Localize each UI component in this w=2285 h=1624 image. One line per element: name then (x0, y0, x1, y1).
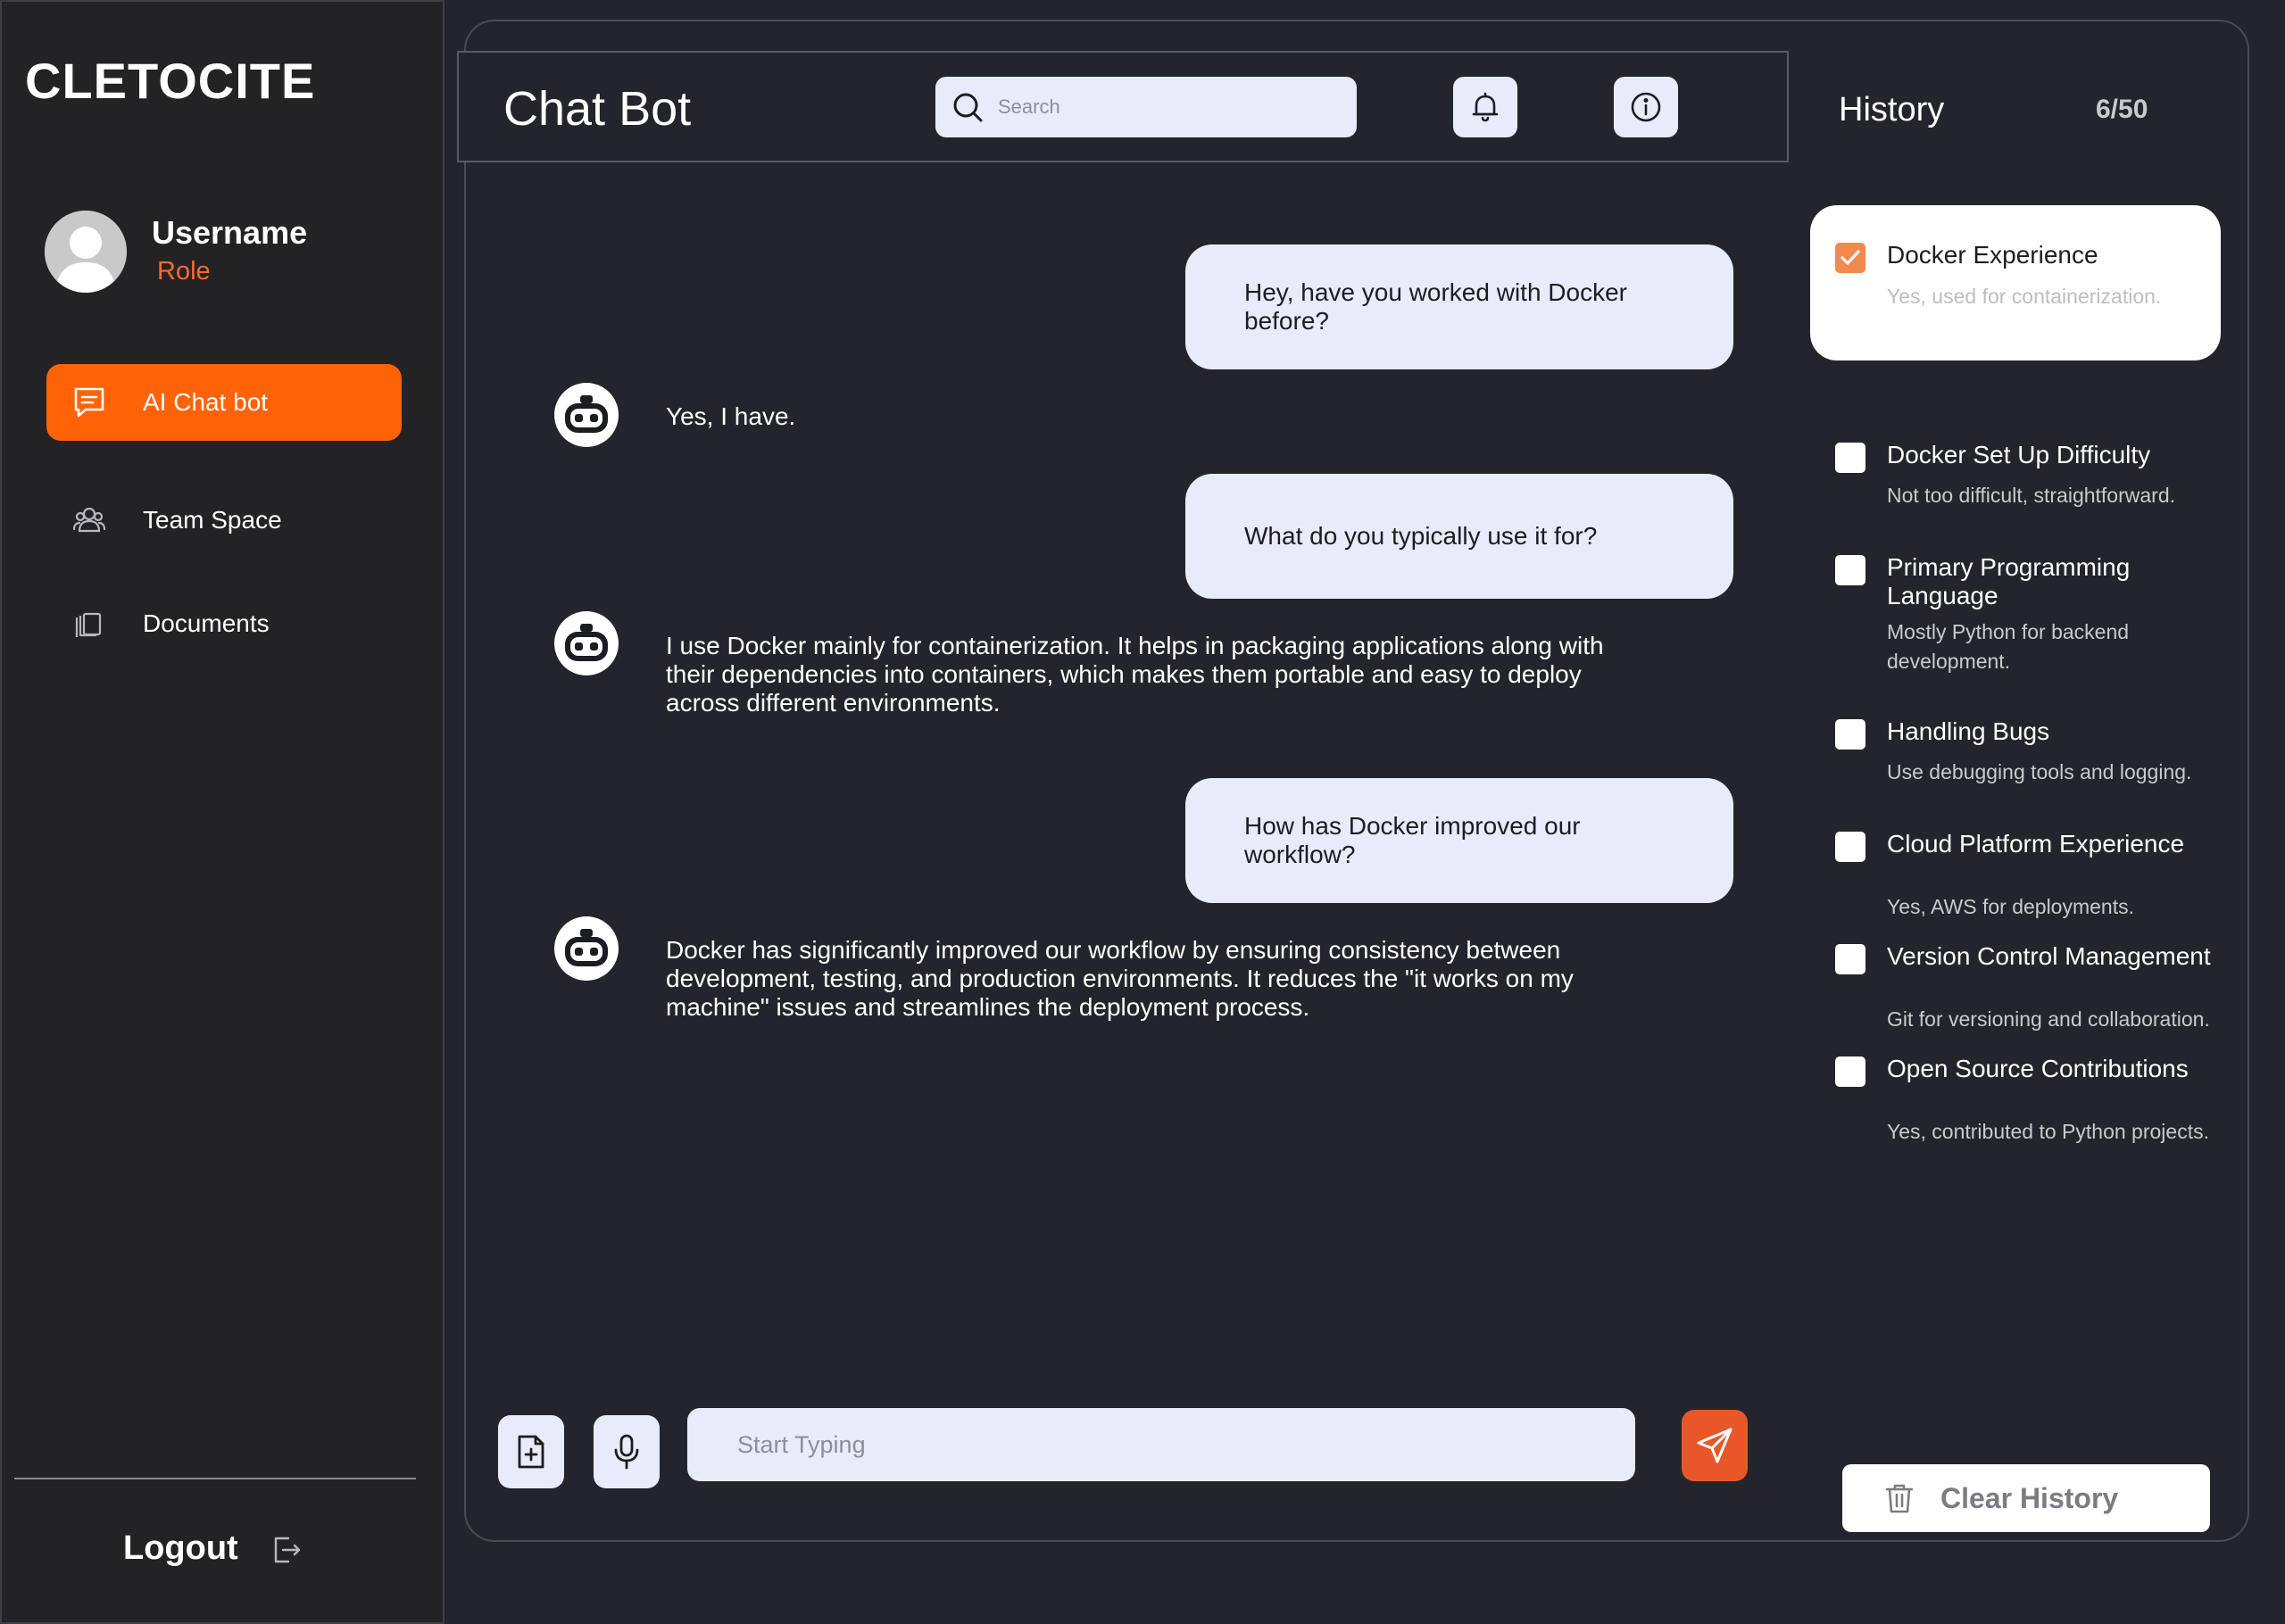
history-checkbox[interactable] (1835, 443, 1865, 473)
history-item-subtitle: Mostly Python for backend development. (1887, 620, 2130, 673)
history-item-subtitle: Use debugging tools and logging. (1887, 760, 2192, 783)
message-composer[interactable] (687, 1408, 1635, 1481)
logout-label: Logout (123, 1529, 238, 1567)
bot-message: Yes, I have. (666, 402, 796, 430)
page-title: Chat Bot (503, 82, 692, 136)
bot-message: I use Docker mainly for containerization… (666, 632, 1604, 717)
info-icon (1631, 92, 1661, 122)
send-button[interactable] (1682, 1410, 1748, 1481)
history-item-subtitle: Not too difficult, straightforward. (1887, 484, 2175, 507)
search-input[interactable] (998, 95, 1337, 119)
history-item-subtitle: Yes, AWS for deployments. (1887, 895, 2134, 918)
sidebar-item-label: Documents (143, 609, 270, 637)
bot-message: Docker has significantly improved our wo… (666, 936, 1574, 1021)
chat-header: Chat Bot (457, 51, 1789, 162)
notifications-button[interactable] (1453, 77, 1517, 137)
message-text: What do you typically use it for? (1244, 522, 1598, 550)
history-title: History (1839, 91, 1945, 128)
history-item-subtitle: Yes, contributed to Python projects. (1887, 1120, 2209, 1143)
sidebar-item-team-space[interactable]: Team Space (46, 482, 402, 559)
history-item-title: Cloud Platform Experience (1887, 830, 2185, 858)
history-checkbox[interactable] (1835, 243, 1865, 273)
documents-icon (71, 606, 107, 642)
chat-icon (71, 385, 107, 420)
bell-icon (1472, 92, 1499, 122)
bot-avatar-icon (553, 610, 619, 676)
history-checkbox[interactable] (1835, 719, 1865, 750)
attach-file-button[interactable] (498, 1415, 564, 1488)
info-button[interactable] (1614, 77, 1678, 137)
user-avatar-icon (45, 211, 127, 293)
logout-button[interactable]: Logout (123, 1529, 304, 1568)
user-profile: Username Role (45, 211, 420, 293)
team-icon (71, 502, 107, 538)
bot-avatar-icon (553, 916, 619, 982)
send-icon (1697, 1428, 1732, 1463)
clear-history-label: Clear History (1940, 1481, 2119, 1514)
search-icon (950, 89, 985, 125)
sidebar-item-ai-chat-bot[interactable]: AI Chat bot (46, 364, 402, 441)
logout-icon (269, 1531, 304, 1567)
user-message: Hey, have you worked with Docker before? (1185, 244, 1733, 369)
clear-history-button[interactable]: Clear History (1842, 1464, 2210, 1532)
username: Username (152, 214, 308, 251)
search-bar[interactable] (935, 77, 1357, 137)
history-item-title: Handling Bugs (1887, 717, 2050, 745)
sidebar-divider (14, 1478, 416, 1479)
bot-avatar-icon (553, 382, 619, 448)
file-add-icon (518, 1435, 544, 1469)
sidebar-item-documents[interactable]: Documents (46, 585, 402, 662)
microphone-icon (614, 1434, 639, 1470)
history-item-title: Docker Experience (1887, 241, 2098, 269)
checkmark-icon (1840, 250, 1860, 265)
user-message: How has Docker improved our workflow? (1185, 778, 1733, 903)
history-item-subtitle: Yes, used for containerization. (1887, 285, 2162, 308)
history-item-title: Docker Set Up Difficulty (1887, 441, 2151, 468)
user-message: What do you typically use it for? (1185, 474, 1733, 599)
message-text: How has Docker improved our workflow? (1244, 812, 1581, 868)
history-item-title: Primary Programming Language (1887, 553, 2131, 609)
history-item-title: Open Source Contributions (1887, 1055, 2189, 1082)
microphone-button[interactable] (594, 1415, 660, 1488)
message-text: Hey, have you worked with Docker before? (1244, 278, 1627, 335)
sidebar-item-label: Team Space (143, 506, 282, 534)
sidebar-item-label: AI Chat bot (143, 388, 269, 416)
message-input[interactable] (737, 1430, 1594, 1459)
avatar (45, 211, 127, 293)
sidebar: CLETOCITE Username Role AI Chat bot Team… (0, 0, 445, 1624)
history-item-title: Version Control Management (1887, 942, 2211, 970)
history-item-subtitle: Git for versioning and collaboration. (1887, 1007, 2210, 1031)
history-checkbox[interactable] (1835, 555, 1865, 585)
history-checkbox[interactable] (1835, 944, 1865, 974)
history-checkbox[interactable] (1835, 832, 1865, 862)
trash-icon (1885, 1484, 1914, 1513)
history-count: 6/50 (2096, 95, 2148, 124)
brand-logo: CLETOCITE (25, 53, 316, 109)
history-checkbox[interactable] (1835, 1056, 1865, 1087)
user-role: Role (157, 257, 211, 286)
